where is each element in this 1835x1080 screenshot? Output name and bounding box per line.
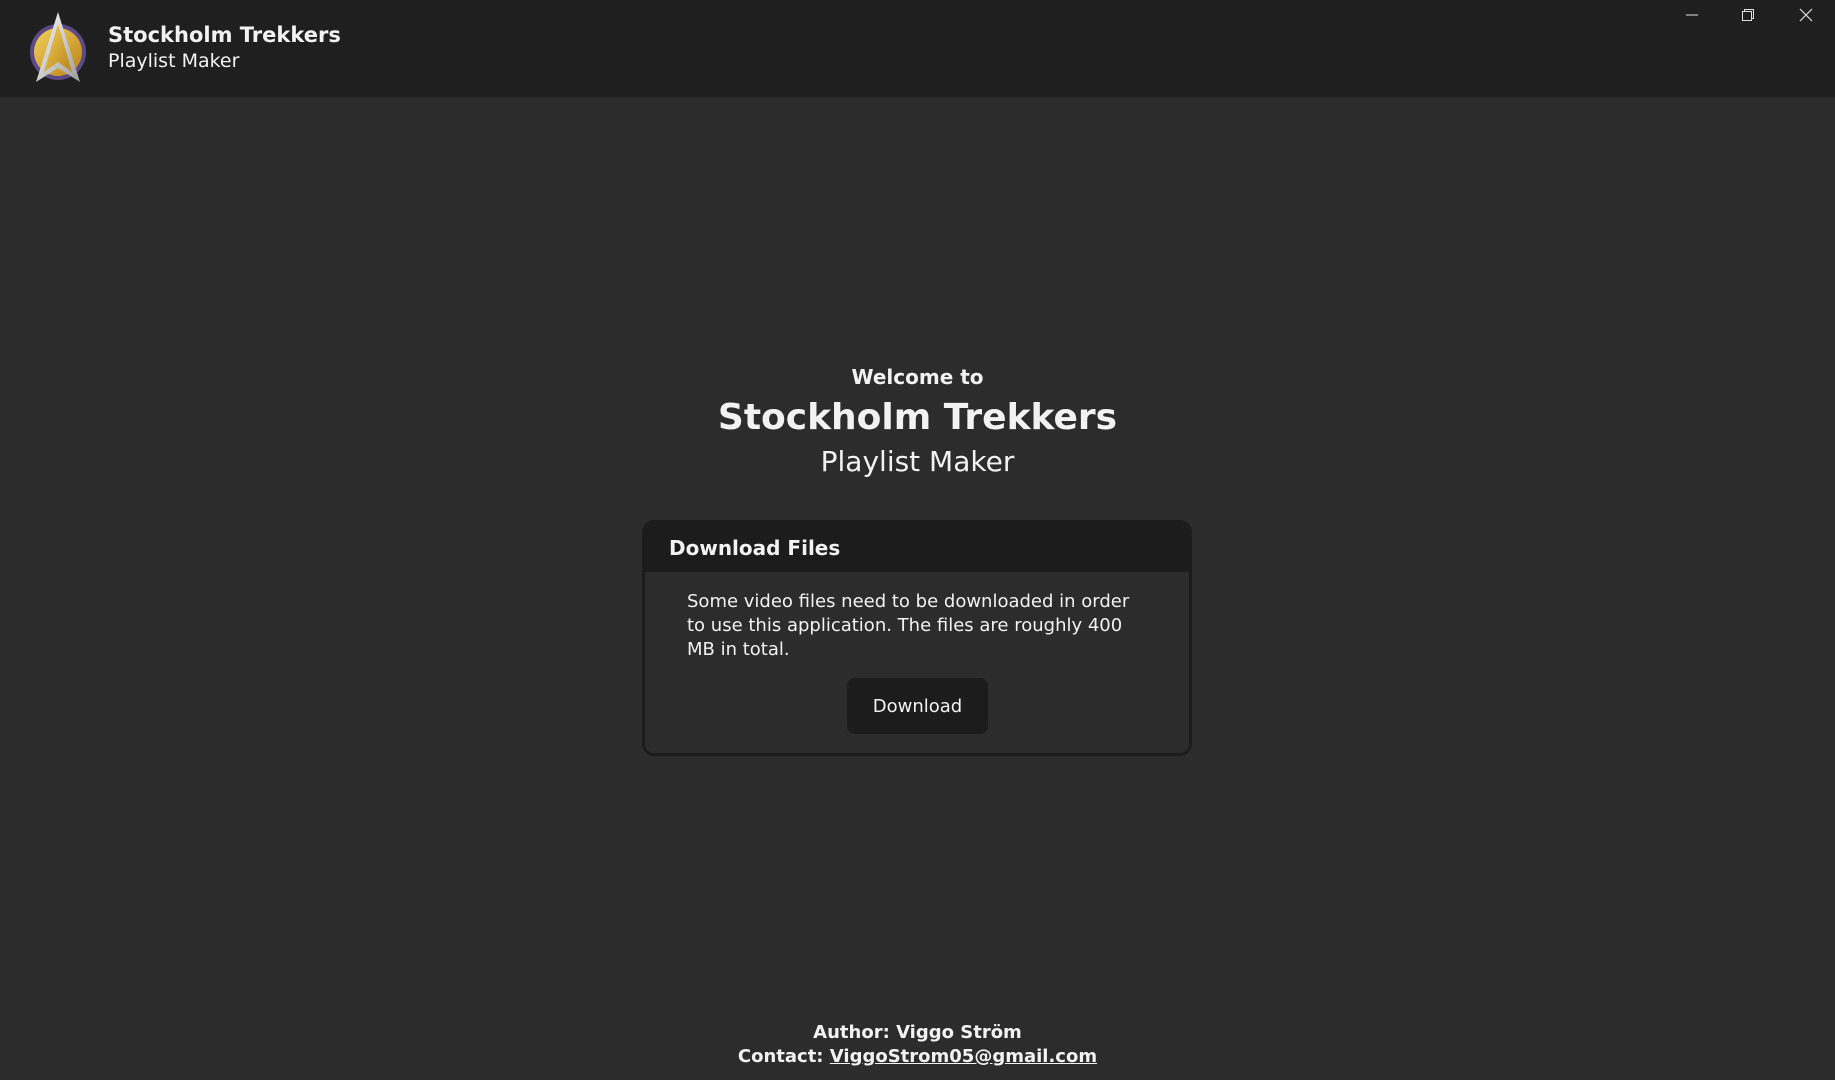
author-name: Viggo Ström (896, 1022, 1022, 1043)
welcome-section: Welcome to Stockholm Trekkers Playlist M… (0, 362, 1835, 480)
contact-line: Contact: ViggoStrom05@gmail.com (0, 1045, 1835, 1069)
author-line: Author: Viggo Ström (0, 1021, 1835, 1045)
card-header: Download Files (645, 523, 1189, 572)
author-label: Author: (813, 1022, 890, 1043)
welcome-prefix: Welcome to (851, 365, 984, 389)
footer: Author: Viggo Ström Contact: ViggoStrom0… (0, 1021, 1835, 1069)
starfleet-delta-icon (30, 12, 86, 82)
maximize-button[interactable] (1720, 0, 1776, 30)
download-files-card: Download Files Some video files need to … (642, 520, 1192, 756)
contact-email-link[interactable]: ViggoStrom05@gmail.com (830, 1046, 1097, 1067)
welcome-subtitle: Playlist Maker (820, 445, 1015, 478)
close-button[interactable] (1778, 0, 1834, 30)
download-button[interactable]: Download (847, 678, 988, 734)
app-subtitle: Playlist Maker (108, 50, 240, 72)
title-bar: Stockholm Trekkers Playlist Maker (0, 0, 1835, 97)
minimize-icon (1686, 14, 1698, 16)
download-description: Some video files need to be downloaded i… (687, 591, 1130, 660)
welcome-title: Stockholm Trekkers (717, 397, 1118, 438)
app-title: Stockholm Trekkers (108, 23, 341, 47)
contact-label: Contact: (737, 1046, 824, 1067)
minimize-button[interactable] (1664, 0, 1720, 30)
close-icon (1799, 8, 1813, 22)
restore-icon (1742, 9, 1754, 21)
